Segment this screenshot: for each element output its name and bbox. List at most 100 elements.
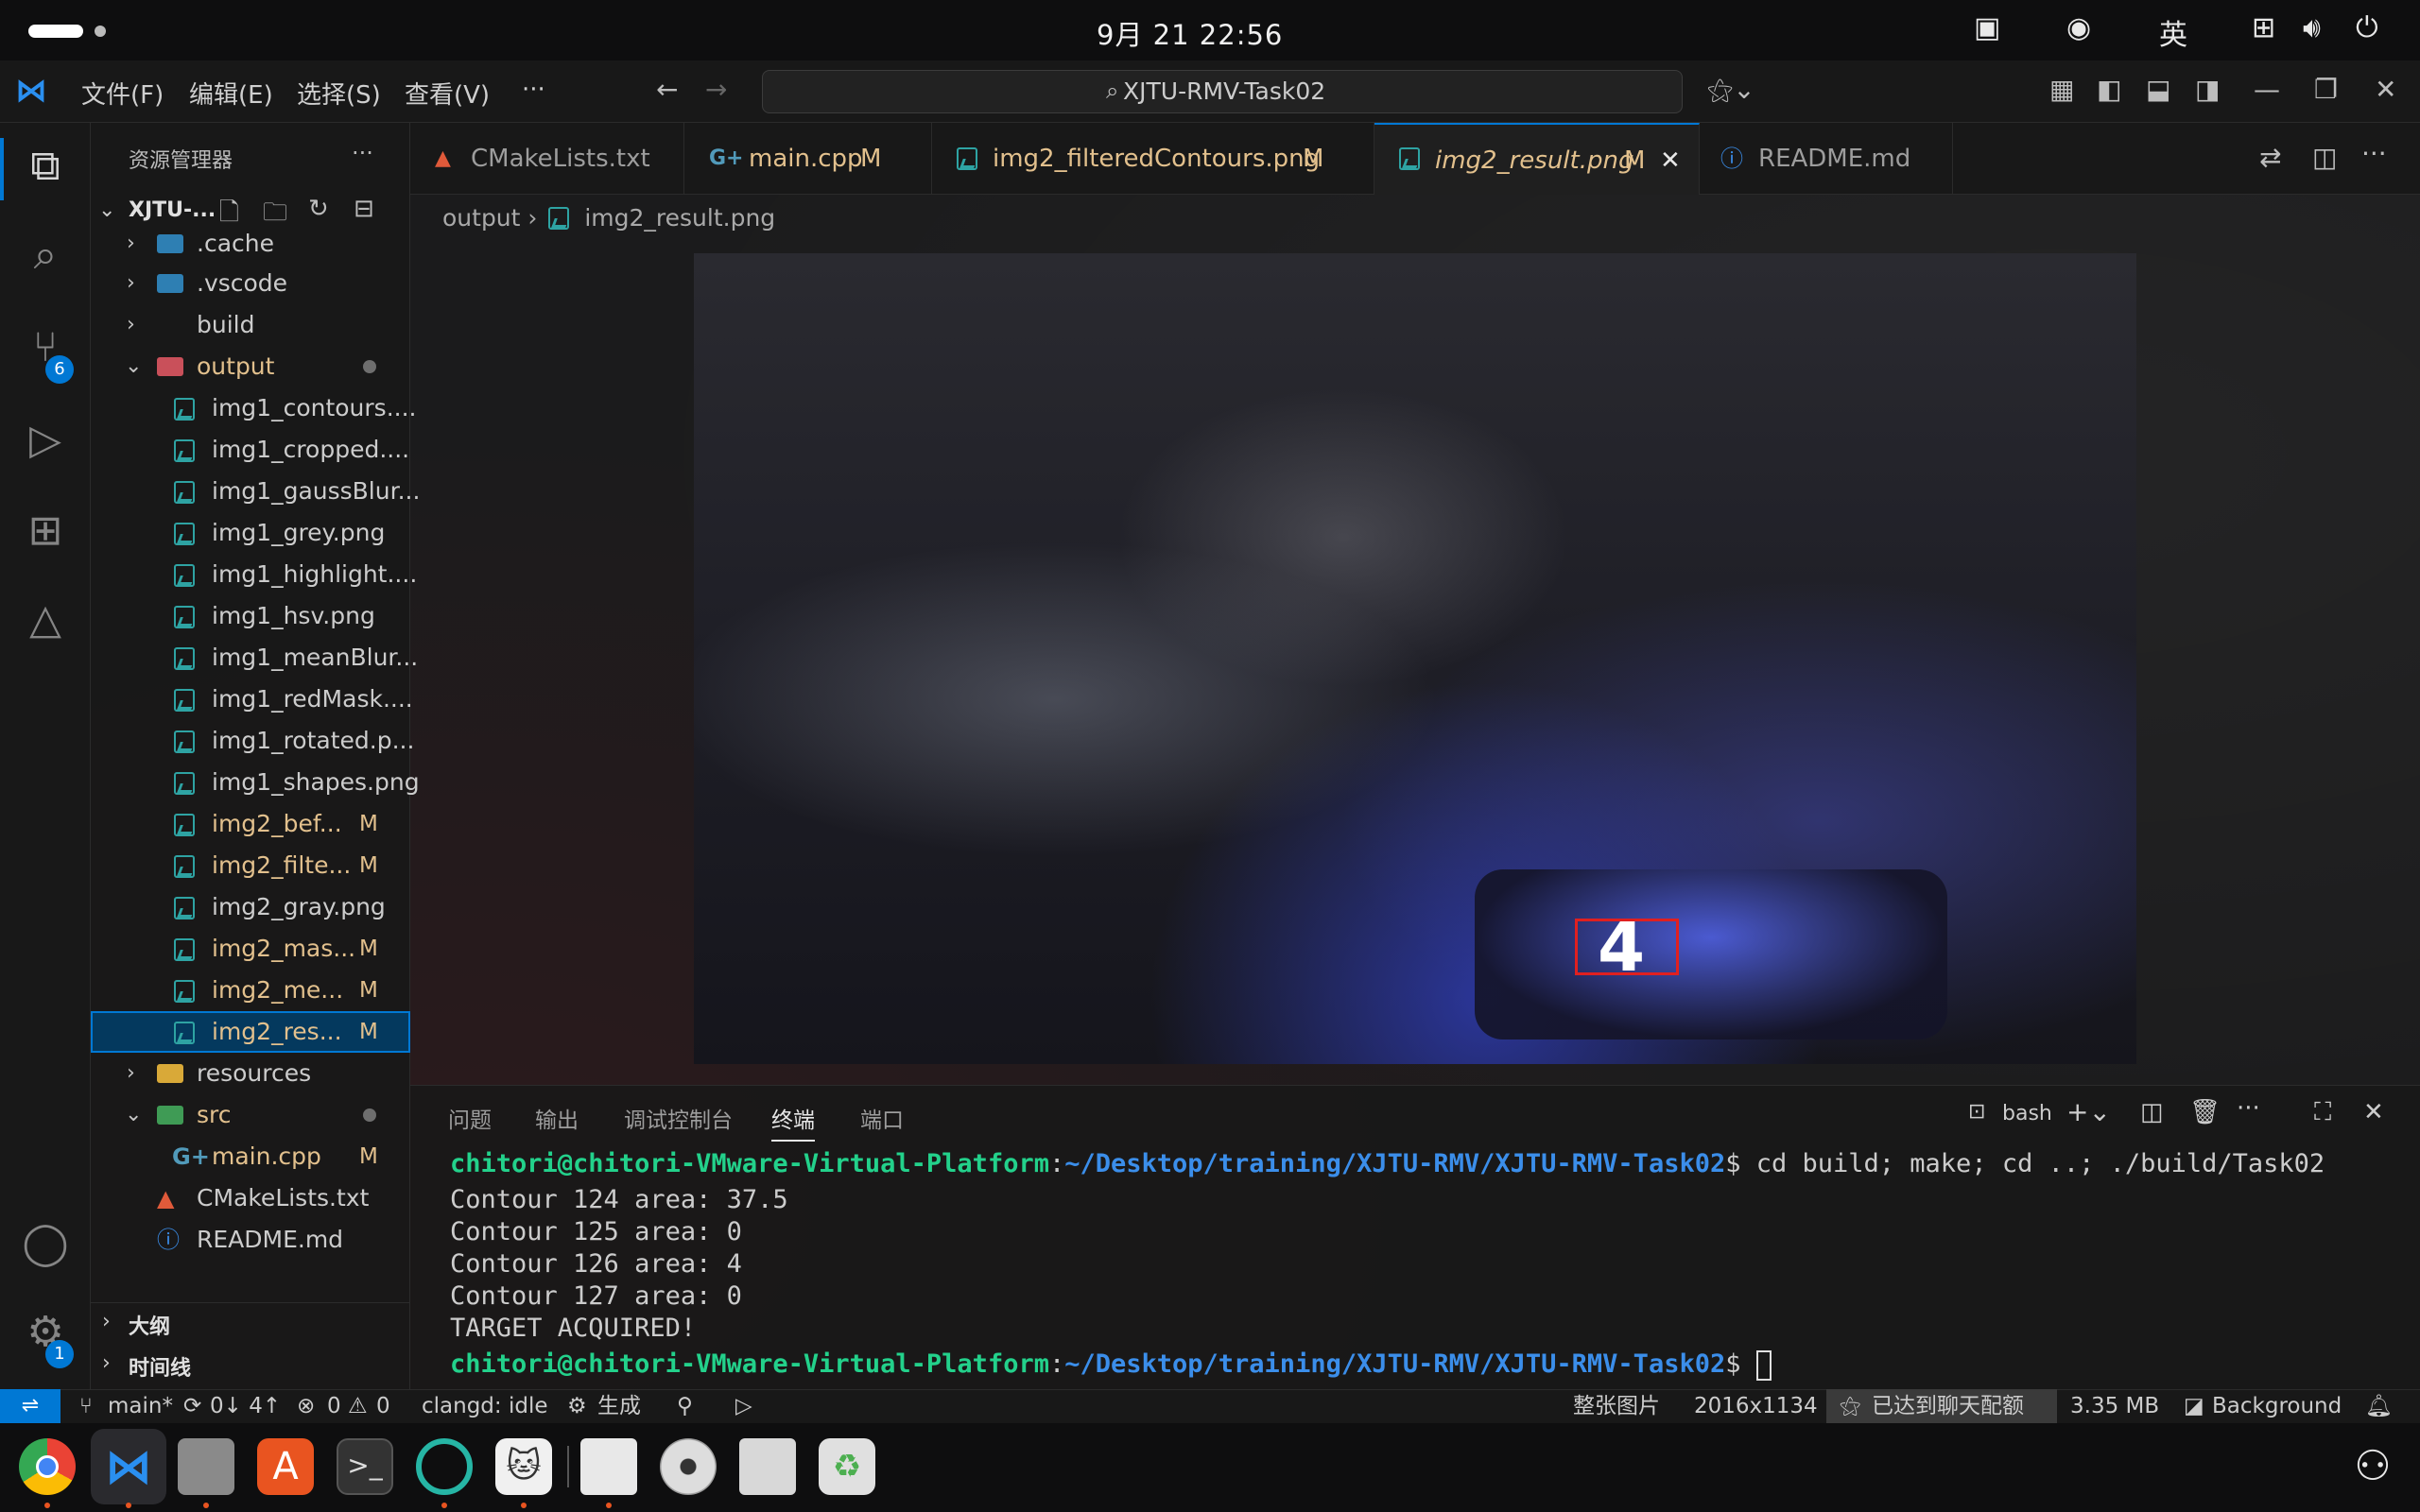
- tree-item-file[interactable]: img1_hsv.png: [91, 595, 410, 637]
- breadcrumb-file[interactable]: img2_result.png: [584, 204, 775, 232]
- system-clock[interactable]: 9月 21 22:56: [1097, 13, 1283, 53]
- panel-more-icon[interactable]: ···: [2237, 1094, 2260, 1123]
- tree-item-file[interactable]: img1_grey.png: [91, 512, 410, 554]
- tab-filtered-contours[interactable]: img2_filteredContours.png M: [932, 123, 1374, 195]
- editor-more-icon[interactable]: ···: [2361, 138, 2387, 169]
- tree-item-file[interactable]: ⓘ README.md: [91, 1219, 410, 1261]
- menu-more[interactable]: ···: [522, 76, 545, 104]
- files-icon[interactable]: [178, 1438, 234, 1495]
- warning-count[interactable]: 0: [376, 1389, 390, 1423]
- collapse-all-icon[interactable]: ⊟: [354, 195, 374, 223]
- tree-item-vscode[interactable]: › .vscode: [91, 263, 410, 304]
- app-center-icon[interactable]: A: [257, 1438, 314, 1495]
- nav-back-icon[interactable]: ←: [656, 74, 678, 105]
- clangd-status[interactable]: clangd: idle: [422, 1389, 548, 1423]
- breadcrumb-folder[interactable]: output: [442, 204, 520, 232]
- run-debug-icon[interactable]: ▷: [21, 416, 70, 464]
- tree-item-build[interactable]: › build: [91, 304, 410, 346]
- document-icon[interactable]: [580, 1438, 637, 1495]
- copilot-icon[interactable]: ⚝⌄: [1707, 74, 1755, 106]
- panel-tab-ports[interactable]: 端口: [860, 1102, 904, 1134]
- menu-selection[interactable]: 选择(S): [297, 76, 381, 111]
- toggle-secondary-sidebar-icon[interactable]: ◨: [2195, 74, 2220, 105]
- menu-edit[interactable]: 编辑(E): [189, 76, 273, 111]
- customize-layout-icon[interactable]: ▦: [2049, 74, 2074, 105]
- git-sync-status[interactable]: 0↓ 4↑: [210, 1389, 281, 1423]
- panel-tab-terminal[interactable]: 终端: [771, 1102, 815, 1142]
- split-terminal-icon[interactable]: ◫: [2140, 1098, 2164, 1126]
- show-apps-icon[interactable]: ⚇: [2344, 1438, 2401, 1495]
- explorer-more-button[interactable]: ···: [352, 140, 373, 166]
- tree-item-file[interactable]: G+ main.cpp M: [91, 1136, 410, 1177]
- notifications-bell-icon[interactable]: 🔔︎: [2365, 1389, 2393, 1423]
- timeline-section[interactable]: 时间线: [129, 1351, 191, 1382]
- build-button[interactable]: 生成: [597, 1389, 641, 1423]
- tree-item-file[interactable]: img2_filte... M: [91, 845, 410, 886]
- debug-icon[interactable]: ⚲: [677, 1389, 693, 1423]
- tree-item-src[interactable]: ⌄ src: [91, 1094, 410, 1136]
- image-zoom[interactable]: 整张图片: [1573, 1389, 1660, 1423]
- tree-item-file[interactable]: img1_highlight....: [91, 554, 417, 595]
- power-icon[interactable]: ⏻: [2356, 11, 2378, 44]
- tree-item-file[interactable]: img1_cropped....: [91, 429, 410, 471]
- git-branch[interactable]: main*: [108, 1389, 173, 1423]
- menu-file[interactable]: 文件(F): [81, 76, 164, 111]
- network-icon[interactable]: ⊞: [2252, 11, 2275, 44]
- restore-icon[interactable]: ❐: [2314, 74, 2338, 105]
- minimize-icon[interactable]: —: [2254, 74, 2280, 105]
- accessibility-icon[interactable]: ◉: [2066, 11, 2091, 44]
- vscode-icon[interactable]: ⋈: [100, 1438, 157, 1495]
- terminal-input-line[interactable]: chitori@chitori-VMware-Virtual-Platform:…: [450, 1349, 1772, 1381]
- chat-quota-status[interactable]: 已达到聊天配额: [1872, 1389, 2024, 1423]
- input-method-indicator[interactable]: 英: [2159, 11, 2187, 53]
- tree-item-file[interactable]: img1_meanBlur...: [91, 637, 418, 679]
- tab-readme[interactable]: ⓘ README.md: [1700, 123, 1953, 195]
- nav-forward-icon[interactable]: →: [705, 74, 727, 105]
- new-terminal-icon[interactable]: +⌄: [2066, 1096, 2111, 1127]
- error-count[interactable]: 0: [327, 1389, 341, 1423]
- workspace-root[interactable]: XJTU-...: [129, 198, 216, 222]
- close-tab-icon[interactable]: ✕: [1660, 125, 1681, 197]
- workspace-indicator-active[interactable]: [28, 25, 83, 38]
- cat-app-icon[interactable]: 🐱︎: [495, 1438, 552, 1495]
- tree-item-file[interactable]: img1_shapes.png: [91, 762, 420, 803]
- terminal-shell-name[interactable]: bash: [2002, 1102, 2052, 1125]
- tree-item-file[interactable]: img1_rotated.p...: [91, 720, 414, 762]
- tree-item-file-selected[interactable]: img2_res... M: [91, 1011, 410, 1053]
- tree-item-file[interactable]: img1_gaussBlur...: [91, 471, 420, 512]
- terminal-app-icon[interactable]: >_: [337, 1438, 393, 1495]
- volume-icon[interactable]: 🔊︎: [2303, 11, 2321, 44]
- split-editor-icon[interactable]: ◫: [2312, 142, 2337, 173]
- tab-main-cpp[interactable]: G+ main.cpp M: [684, 123, 932, 195]
- tree-item-output[interactable]: ⌄ output: [91, 346, 410, 387]
- remote-indicator-icon[interactable]: ⇌: [0, 1389, 60, 1423]
- menu-view[interactable]: 查看(V): [405, 76, 490, 111]
- panel-tab-problems[interactable]: 问题: [448, 1102, 492, 1134]
- tree-item-file[interactable]: img2_bef... M: [91, 803, 410, 845]
- close-window-icon[interactable]: ✕: [2375, 74, 2396, 105]
- search-view-icon[interactable]: ⌕: [21, 231, 70, 279]
- background-button[interactable]: Background: [2212, 1389, 2342, 1423]
- workspace-indicator[interactable]: [95, 26, 106, 37]
- refresh-icon[interactable]: ↻: [308, 195, 329, 223]
- extensions-icon[interactable]: ⊞: [21, 507, 70, 555]
- toggle-sidebar-icon[interactable]: ◧: [2097, 74, 2121, 105]
- panel-tab-output[interactable]: 输出: [535, 1102, 579, 1134]
- kill-terminal-icon[interactable]: 🗑︎: [2189, 1098, 2221, 1126]
- tree-item-file[interactable]: img1_redMask....: [91, 679, 413, 720]
- outline-section[interactable]: 大纲: [129, 1310, 170, 1340]
- tree-item-resources[interactable]: › resources: [91, 1053, 410, 1094]
- tree-item-file[interactable]: img2_mas... M: [91, 928, 410, 970]
- cmake-icon[interactable]: △: [21, 595, 70, 644]
- explorer-icon[interactable]: ⧉: [21, 142, 70, 190]
- tab-result-active[interactable]: img2_result.png M ✕: [1374, 123, 1700, 195]
- open-changes-icon[interactable]: ⇄: [2259, 142, 2281, 173]
- tab-cmakelists[interactable]: ▲ CMakeLists.txt: [410, 123, 684, 195]
- close-panel-icon[interactable]: ✕: [2363, 1098, 2384, 1126]
- accounts-icon[interactable]: ◯: [21, 1219, 70, 1267]
- chevron-down-icon[interactable]: ⌄: [98, 198, 115, 222]
- disc-icon[interactable]: [660, 1438, 717, 1495]
- maximize-panel-icon[interactable]: ⛶: [2314, 1098, 2331, 1127]
- tree-item-file[interactable]: img2_me... M: [91, 970, 410, 1011]
- panel-tab-debug-console[interactable]: 调试控制台: [624, 1102, 733, 1134]
